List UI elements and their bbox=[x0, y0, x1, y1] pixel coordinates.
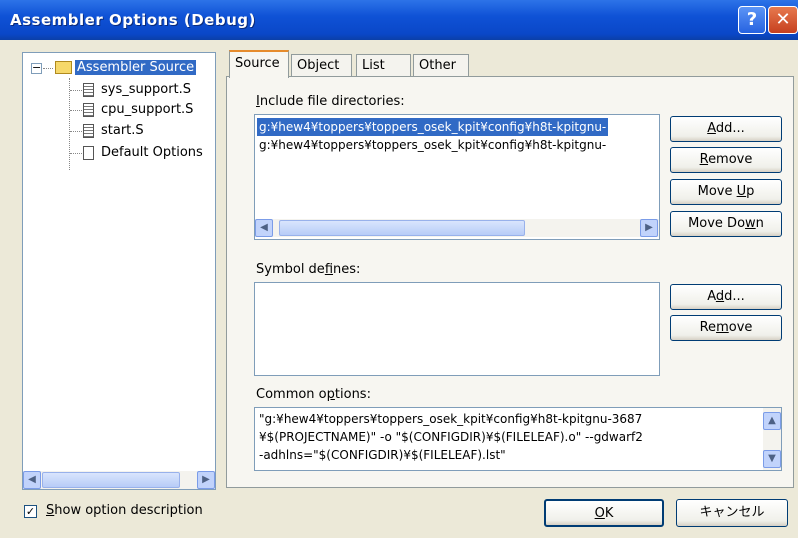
show-description-checkbox[interactable]: ✓ bbox=[24, 505, 37, 518]
tab-list[interactable]: List bbox=[356, 54, 411, 78]
tab-other[interactable]: Other bbox=[413, 54, 469, 78]
tree-item-assembler-source[interactable]: Assembler Source bbox=[55, 58, 197, 78]
source-file-icon bbox=[83, 123, 94, 138]
tree-line bbox=[70, 153, 82, 154]
tab-object[interactable]: Object bbox=[291, 54, 352, 78]
tree-item-cpu-support[interactable]: cpu_support.S bbox=[83, 100, 195, 120]
options-vertical-scrollbar[interactable]: ▲ ▼ bbox=[763, 408, 781, 470]
options-line: ¥$(PROJECTNAME)" -o "$(CONFIGDIR)¥$(FILE… bbox=[259, 430, 643, 444]
scroll-left-icon[interactable]: ◀ bbox=[23, 471, 41, 489]
scroll-thumb[interactable] bbox=[42, 472, 180, 488]
tree-line bbox=[69, 78, 70, 170]
assembler-options-dialog: Assembler Options (Debug) ? ✕ − Assemble… bbox=[0, 0, 798, 538]
source-file-icon bbox=[83, 102, 94, 117]
title-bar[interactable]: Assembler Options (Debug) ? ✕ bbox=[0, 0, 798, 40]
options-line: -adhlns="$(CONFIGDIR)¥$(FILELEAF).lst" bbox=[259, 448, 506, 462]
tree-item-label: sys_support.S bbox=[101, 82, 192, 97]
list-item[interactable]: g:¥hew4¥toppers¥toppers_osek_kpit¥config… bbox=[257, 118, 609, 136]
tree-line bbox=[70, 90, 82, 91]
scroll-right-icon[interactable]: ▶ bbox=[640, 219, 658, 237]
scroll-down-icon[interactable]: ▼ bbox=[763, 450, 781, 468]
tree-item-label: start.S bbox=[101, 123, 144, 138]
options-line: "g:¥hew4¥toppers¥toppers_osek_kpit¥confi… bbox=[259, 412, 643, 426]
tree-item-start[interactable]: start.S bbox=[83, 121, 146, 141]
remove-symbol-button[interactable]: Remove bbox=[670, 315, 782, 341]
common-options-textarea[interactable]: "g:¥hew4¥toppers¥toppers_osek_kpit¥confi… bbox=[254, 407, 782, 471]
add-include-button[interactable]: Add... bbox=[670, 116, 782, 142]
move-down-button[interactable]: Move Down bbox=[670, 211, 782, 237]
tab-source[interactable]: Source bbox=[229, 50, 289, 78]
tree-item-label: cpu_support.S bbox=[101, 102, 194, 117]
tree-horizontal-scrollbar[interactable]: ◀ ▶ bbox=[23, 471, 215, 489]
document-icon bbox=[83, 145, 94, 160]
window-title: Assembler Options (Debug) bbox=[10, 11, 256, 29]
tree-item-sys-support[interactable]: sys_support.S bbox=[83, 80, 193, 100]
collapse-icon[interactable]: − bbox=[31, 62, 42, 74]
tree-line bbox=[70, 131, 82, 132]
tree-item-label: Assembler Source bbox=[75, 60, 197, 75]
tree-item-default-options[interactable]: Default Options bbox=[83, 143, 205, 163]
add-symbol-button[interactable]: Add... bbox=[670, 284, 782, 310]
ok-button[interactable]: OK bbox=[544, 499, 664, 527]
list-item[interactable]: g:¥hew4¥toppers¥toppers_osek_kpit¥config… bbox=[257, 136, 608, 154]
close-button[interactable]: ✕ bbox=[768, 6, 798, 34]
tree-line bbox=[43, 68, 53, 69]
folder-icon bbox=[55, 61, 72, 74]
include-dirs-label: Include file directories: bbox=[256, 94, 405, 109]
move-up-button[interactable]: Move Up bbox=[670, 179, 782, 205]
symbol-defines-list[interactable] bbox=[254, 282, 660, 376]
scroll-up-icon[interactable]: ▲ bbox=[763, 412, 781, 430]
help-button[interactable]: ? bbox=[738, 6, 766, 34]
show-description-label[interactable]: Show option description bbox=[46, 503, 203, 518]
cancel-button[interactable]: キャンセル bbox=[676, 499, 788, 527]
options-tree[interactable]: − Assembler Source sys_support.S cpu_sup… bbox=[22, 52, 216, 490]
source-file-icon bbox=[83, 82, 94, 97]
scroll-left-icon[interactable]: ◀ bbox=[255, 219, 273, 237]
symbol-defines-label: Symbol defines: bbox=[256, 262, 361, 277]
remove-include-button[interactable]: Remove bbox=[670, 147, 782, 173]
common-options-label: Common options: bbox=[256, 387, 371, 402]
include-dirs-list[interactable]: g:¥hew4¥toppers¥toppers_osek_kpit¥config… bbox=[254, 114, 660, 240]
tree-line bbox=[70, 110, 82, 111]
include-horizontal-scrollbar[interactable]: ◀ ▶ bbox=[255, 219, 659, 237]
scroll-right-icon[interactable]: ▶ bbox=[197, 471, 215, 489]
scroll-thumb[interactable] bbox=[279, 220, 525, 236]
tree-item-label: Default Options bbox=[101, 145, 203, 160]
